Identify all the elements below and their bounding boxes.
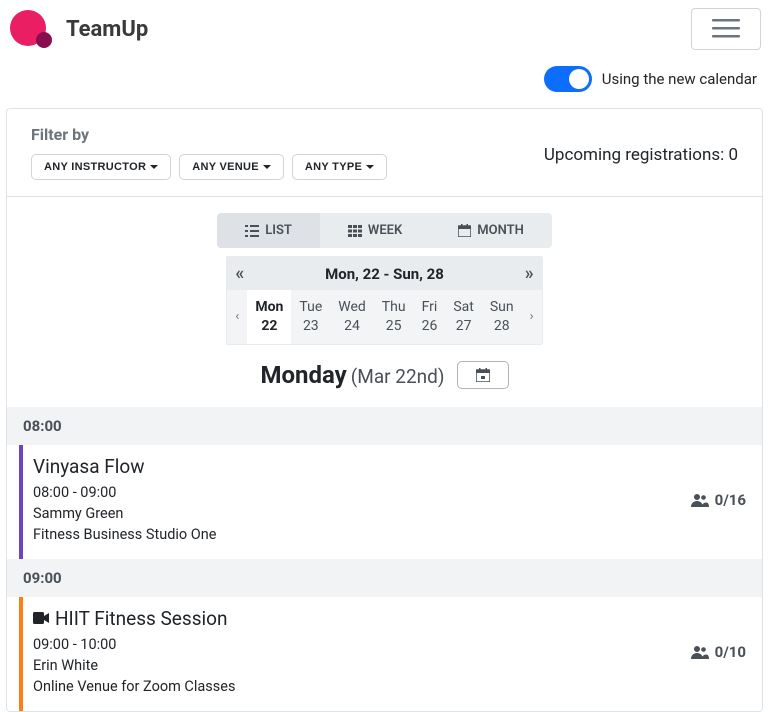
filter-instructor-dropdown[interactable]: ANY INSTRUCTOR <box>31 154 171 180</box>
filter-instructor-label: ANY INSTRUCTOR <box>44 161 146 173</box>
prev-week-button[interactable]: « <box>235 263 244 284</box>
day-cell[interactable]: Tue23 <box>291 290 330 344</box>
day-cell[interactable]: Sun28 <box>482 290 522 344</box>
event-title: Vinyasa Flow <box>33 455 691 478</box>
view-tab-list[interactable]: LIST <box>217 213 320 248</box>
schedule-list: 08:00 Vinyasa Flow 08:00 - 09:00Sammy Gree… <box>7 407 762 711</box>
upcoming-registrations: Upcoming registrations: 0 <box>544 125 738 165</box>
day-label: Fri <box>422 298 438 317</box>
caret-down-icon <box>366 165 374 169</box>
brand: TeamUp <box>8 8 148 50</box>
filter-type-label: ANY TYPE <box>305 161 362 173</box>
day-label: Thu <box>382 298 406 317</box>
date-picker-button[interactable] <box>457 361 509 389</box>
time-header: 08:00 <box>7 407 762 445</box>
week-range: Mon, 22 - Sun, 28 <box>325 265 444 283</box>
event-capacity: 0/10 <box>691 643 746 661</box>
day-num: 22 <box>255 317 283 336</box>
filter-venue-label: ANY VENUE <box>192 161 259 173</box>
filter-venue-dropdown[interactable]: ANY VENUE <box>179 154 284 180</box>
day-num: 27 <box>453 317 474 336</box>
filter-title: Filter by <box>31 125 387 144</box>
day-cell[interactable]: Wed24 <box>330 290 374 344</box>
day-label: Wed <box>338 298 366 317</box>
caret-down-icon <box>150 165 158 169</box>
event-row[interactable]: HIIT Fitness Session 09:00 - 10:00Erin Wh… <box>19 597 762 711</box>
event-row[interactable]: Vinyasa Flow 08:00 - 09:00Sammy GreenFitn… <box>19 445 762 559</box>
view-toggle: LIST WEEK <box>7 197 762 256</box>
week-nav: « Mon, 22 - Sun, 28 » ‹ Mon22Tue23Wed24T… <box>7 256 762 349</box>
day-num: 28 <box>490 317 514 336</box>
calendar-icon <box>476 368 490 382</box>
event-instructor: Sammy Green <box>33 503 691 524</box>
filter-row: Filter by ANY INSTRUCTOR ANY VENUE ANY T… <box>7 109 762 196</box>
calendar-panel: Filter by ANY INSTRUCTOR ANY VENUE ANY T… <box>6 108 763 712</box>
day-cell[interactable]: Fri26 <box>414 290 446 344</box>
next-day-button[interactable]: › <box>522 309 542 324</box>
next-week-button[interactable]: » <box>525 263 534 284</box>
event-capacity: 0/16 <box>691 491 746 509</box>
logo-icon <box>8 8 56 50</box>
view-tab-list-label: LIST <box>265 223 292 238</box>
day-label: Tue <box>299 298 322 317</box>
event-body: Vinyasa Flow 08:00 - 09:00Sammy GreenFitn… <box>33 455 691 545</box>
users-icon <box>691 645 709 659</box>
event-time: 09:00 - 10:00 <box>33 634 691 655</box>
video-icon <box>33 612 49 624</box>
app-header: TeamUp <box>0 0 769 58</box>
brand-name: TeamUp <box>66 17 148 42</box>
grid-icon <box>348 225 362 237</box>
prev-day-button[interactable]: ‹ <box>227 309 247 324</box>
users-icon <box>691 493 709 507</box>
date-title-main: Monday <box>260 361 346 389</box>
view-tab-week-label: WEEK <box>368 223 402 238</box>
view-tab-month-label: MONTH <box>477 223 524 238</box>
caret-down-icon <box>263 165 271 169</box>
event-title: HIIT Fitness Session <box>33 607 691 630</box>
event-body: HIIT Fitness Session 09:00 - 10:00Erin Wh… <box>33 607 691 697</box>
view-tab-week[interactable]: WEEK <box>320 213 430 248</box>
event-capacity-text: 0/16 <box>715 491 746 509</box>
day-label: Mon <box>255 298 283 317</box>
day-num: 25 <box>382 317 406 336</box>
day-cell[interactable]: Thu25 <box>374 290 414 344</box>
event-time: 08:00 - 09:00 <box>33 482 691 503</box>
day-label: Sat <box>453 298 474 317</box>
day-row: ‹ Mon22Tue23Wed24Thu25Fri26Sat27Sun28› <box>227 290 541 344</box>
toggle-label: Using the new calendar <box>602 70 757 88</box>
event-capacity-text: 0/10 <box>715 643 746 661</box>
view-tab-month[interactable]: MONTH <box>430 213 552 248</box>
list-icon <box>245 225 259 237</box>
day-cell[interactable]: Mon22 <box>247 290 291 344</box>
filter-type-dropdown[interactable]: ANY TYPE <box>292 154 387 180</box>
day-num: 26 <box>422 317 438 336</box>
menu-toggle-button[interactable] <box>691 8 761 50</box>
day-num: 24 <box>338 317 366 336</box>
event-title-text: HIIT Fitness Session <box>55 607 227 630</box>
switch-knob <box>569 69 589 89</box>
time-header: 09:00 <box>7 559 762 597</box>
day-num: 23 <box>299 317 322 336</box>
event-venue: Fitness Business Studio One <box>33 524 691 545</box>
day-cell[interactable]: Sat27 <box>445 290 482 344</box>
date-title-row: Monday (Mar 22nd) <box>7 349 762 407</box>
event-instructor: Erin White <box>33 655 691 676</box>
calendar-icon <box>458 224 471 237</box>
event-title-text: Vinyasa Flow <box>33 455 145 478</box>
day-label: Sun <box>490 298 514 317</box>
date-title-sub: (Mar 22nd) <box>351 365 445 388</box>
hamburger-icon <box>712 19 740 39</box>
calendar-toggle-row: Using the new calendar <box>0 58 769 108</box>
event-venue: Online Venue for Zoom Classes <box>33 676 691 697</box>
toggle-switch[interactable] <box>544 66 592 92</box>
